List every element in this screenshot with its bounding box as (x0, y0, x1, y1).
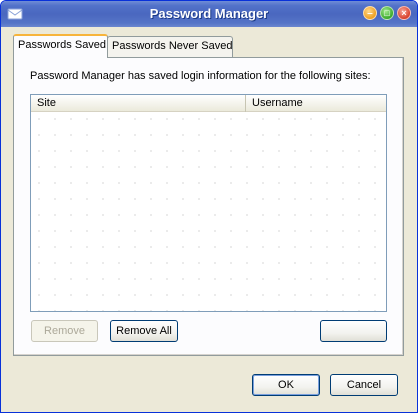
column-header-username[interactable]: Username (246, 95, 386, 112)
remove-all-button[interactable]: Remove All (110, 320, 178, 342)
cancel-button[interactable]: Cancel (330, 374, 398, 396)
close-button[interactable]: × (397, 6, 411, 20)
close-icon: × (401, 8, 407, 18)
window-title: Password Manager (149, 6, 269, 21)
tab-panel-passwords-saved: Password Manager has saved login informa… (13, 57, 404, 356)
minimize-icon: ‒ (367, 8, 373, 18)
remove-button[interactable]: Remove (31, 320, 98, 342)
blank-button[interactable] (320, 320, 387, 342)
ok-button[interactable]: OK (252, 374, 320, 396)
saved-sites-list[interactable]: Site Username (30, 94, 387, 312)
maximize-button[interactable]: □ (380, 6, 394, 20)
column-label: Username (252, 97, 303, 109)
maximize-icon: □ (384, 8, 390, 18)
title-bar[interactable]: Password Manager ‒ □ × (1, 1, 417, 27)
tab-label: Passwords Saved (18, 39, 107, 51)
column-label: Site (37, 97, 56, 109)
column-header-site[interactable]: Site (31, 95, 246, 112)
tab-passwords-never-saved[interactable]: Passwords Never Saved (107, 36, 233, 57)
tab-passwords-saved[interactable]: Passwords Saved (13, 34, 108, 58)
password-manager-window: Password Manager ‒ □ × Passwords Saved P… (0, 0, 418, 413)
tab-label: Passwords Never Saved (112, 40, 233, 52)
list-header: Site Username (31, 95, 386, 112)
minimize-button[interactable]: ‒ (363, 6, 377, 20)
panel-description: Password Manager has saved login informa… (30, 70, 371, 82)
